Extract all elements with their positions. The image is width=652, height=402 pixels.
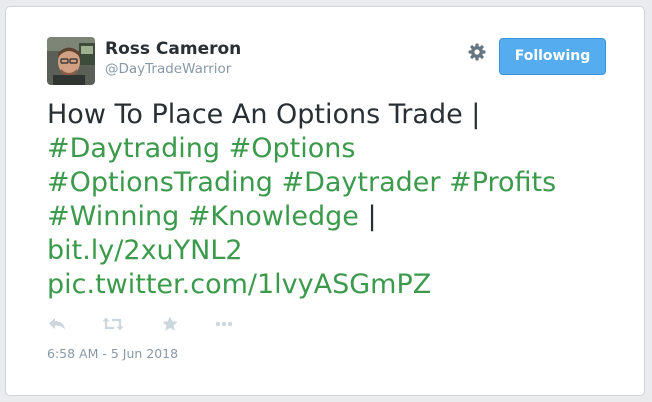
- author-handle[interactable]: @DayTradeWarrior: [105, 61, 231, 77]
- tweet-text-line: pic.twitter.com/1lvyASGmPZ: [47, 268, 627, 302]
- tweet-text-line: How To Place An Options Trade |: [47, 98, 627, 132]
- avatar-photo: [47, 37, 95, 85]
- avatar[interactable]: [47, 37, 95, 85]
- tweet-text-segment: [441, 167, 450, 198]
- hashtag-link[interactable]: #Profits: [449, 167, 556, 198]
- url-link[interactable]: pic.twitter.com/1lvyASGmPZ: [47, 269, 431, 300]
- tweet-text: How To Place An Options Trade | #Daytradi…: [47, 98, 627, 302]
- hashtag-link[interactable]: #Daytrading: [47, 133, 220, 164]
- gear-icon[interactable]: [467, 42, 487, 62]
- reply-icon[interactable]: [47, 315, 69, 333]
- tweet-text-segment: [179, 201, 188, 232]
- tweet-text-line: #OptionsTrading #Daytrader #Profits: [47, 166, 627, 200]
- tweet-card: Ross Cameron @DayTradeWarrior Following …: [5, 6, 645, 396]
- tweet-text-segment: |: [358, 201, 377, 232]
- more-dots-icon[interactable]: [213, 315, 235, 333]
- tweet-text-line: #Daytrading #Options: [47, 132, 627, 166]
- tweet-text-line: #Winning #Knowledge |: [47, 200, 627, 234]
- tweet-text-line: bit.ly/2xuYNL2: [47, 234, 627, 268]
- tweet-text-segment: [220, 133, 229, 164]
- hashtag-link[interactable]: #Knowledge: [188, 201, 359, 232]
- url-link[interactable]: bit.ly/2xuYNL2: [47, 235, 243, 266]
- retweet-icon[interactable]: [102, 315, 124, 333]
- tweet-timestamp[interactable]: 6:58 AM - 5 Jun 2018: [47, 346, 178, 361]
- following-button[interactable]: Following: [499, 38, 606, 75]
- hashtag-link[interactable]: #Daytrader: [281, 167, 440, 198]
- like-star-icon[interactable]: [159, 315, 181, 333]
- hashtag-link[interactable]: #Options: [229, 133, 356, 164]
- author-name[interactable]: Ross Cameron: [105, 39, 241, 59]
- hashtag-link[interactable]: #Winning: [47, 201, 179, 232]
- hashtag-link[interactable]: #OptionsTrading: [47, 167, 273, 198]
- tweet-text-segment: How To Place An Options Trade |: [47, 99, 481, 130]
